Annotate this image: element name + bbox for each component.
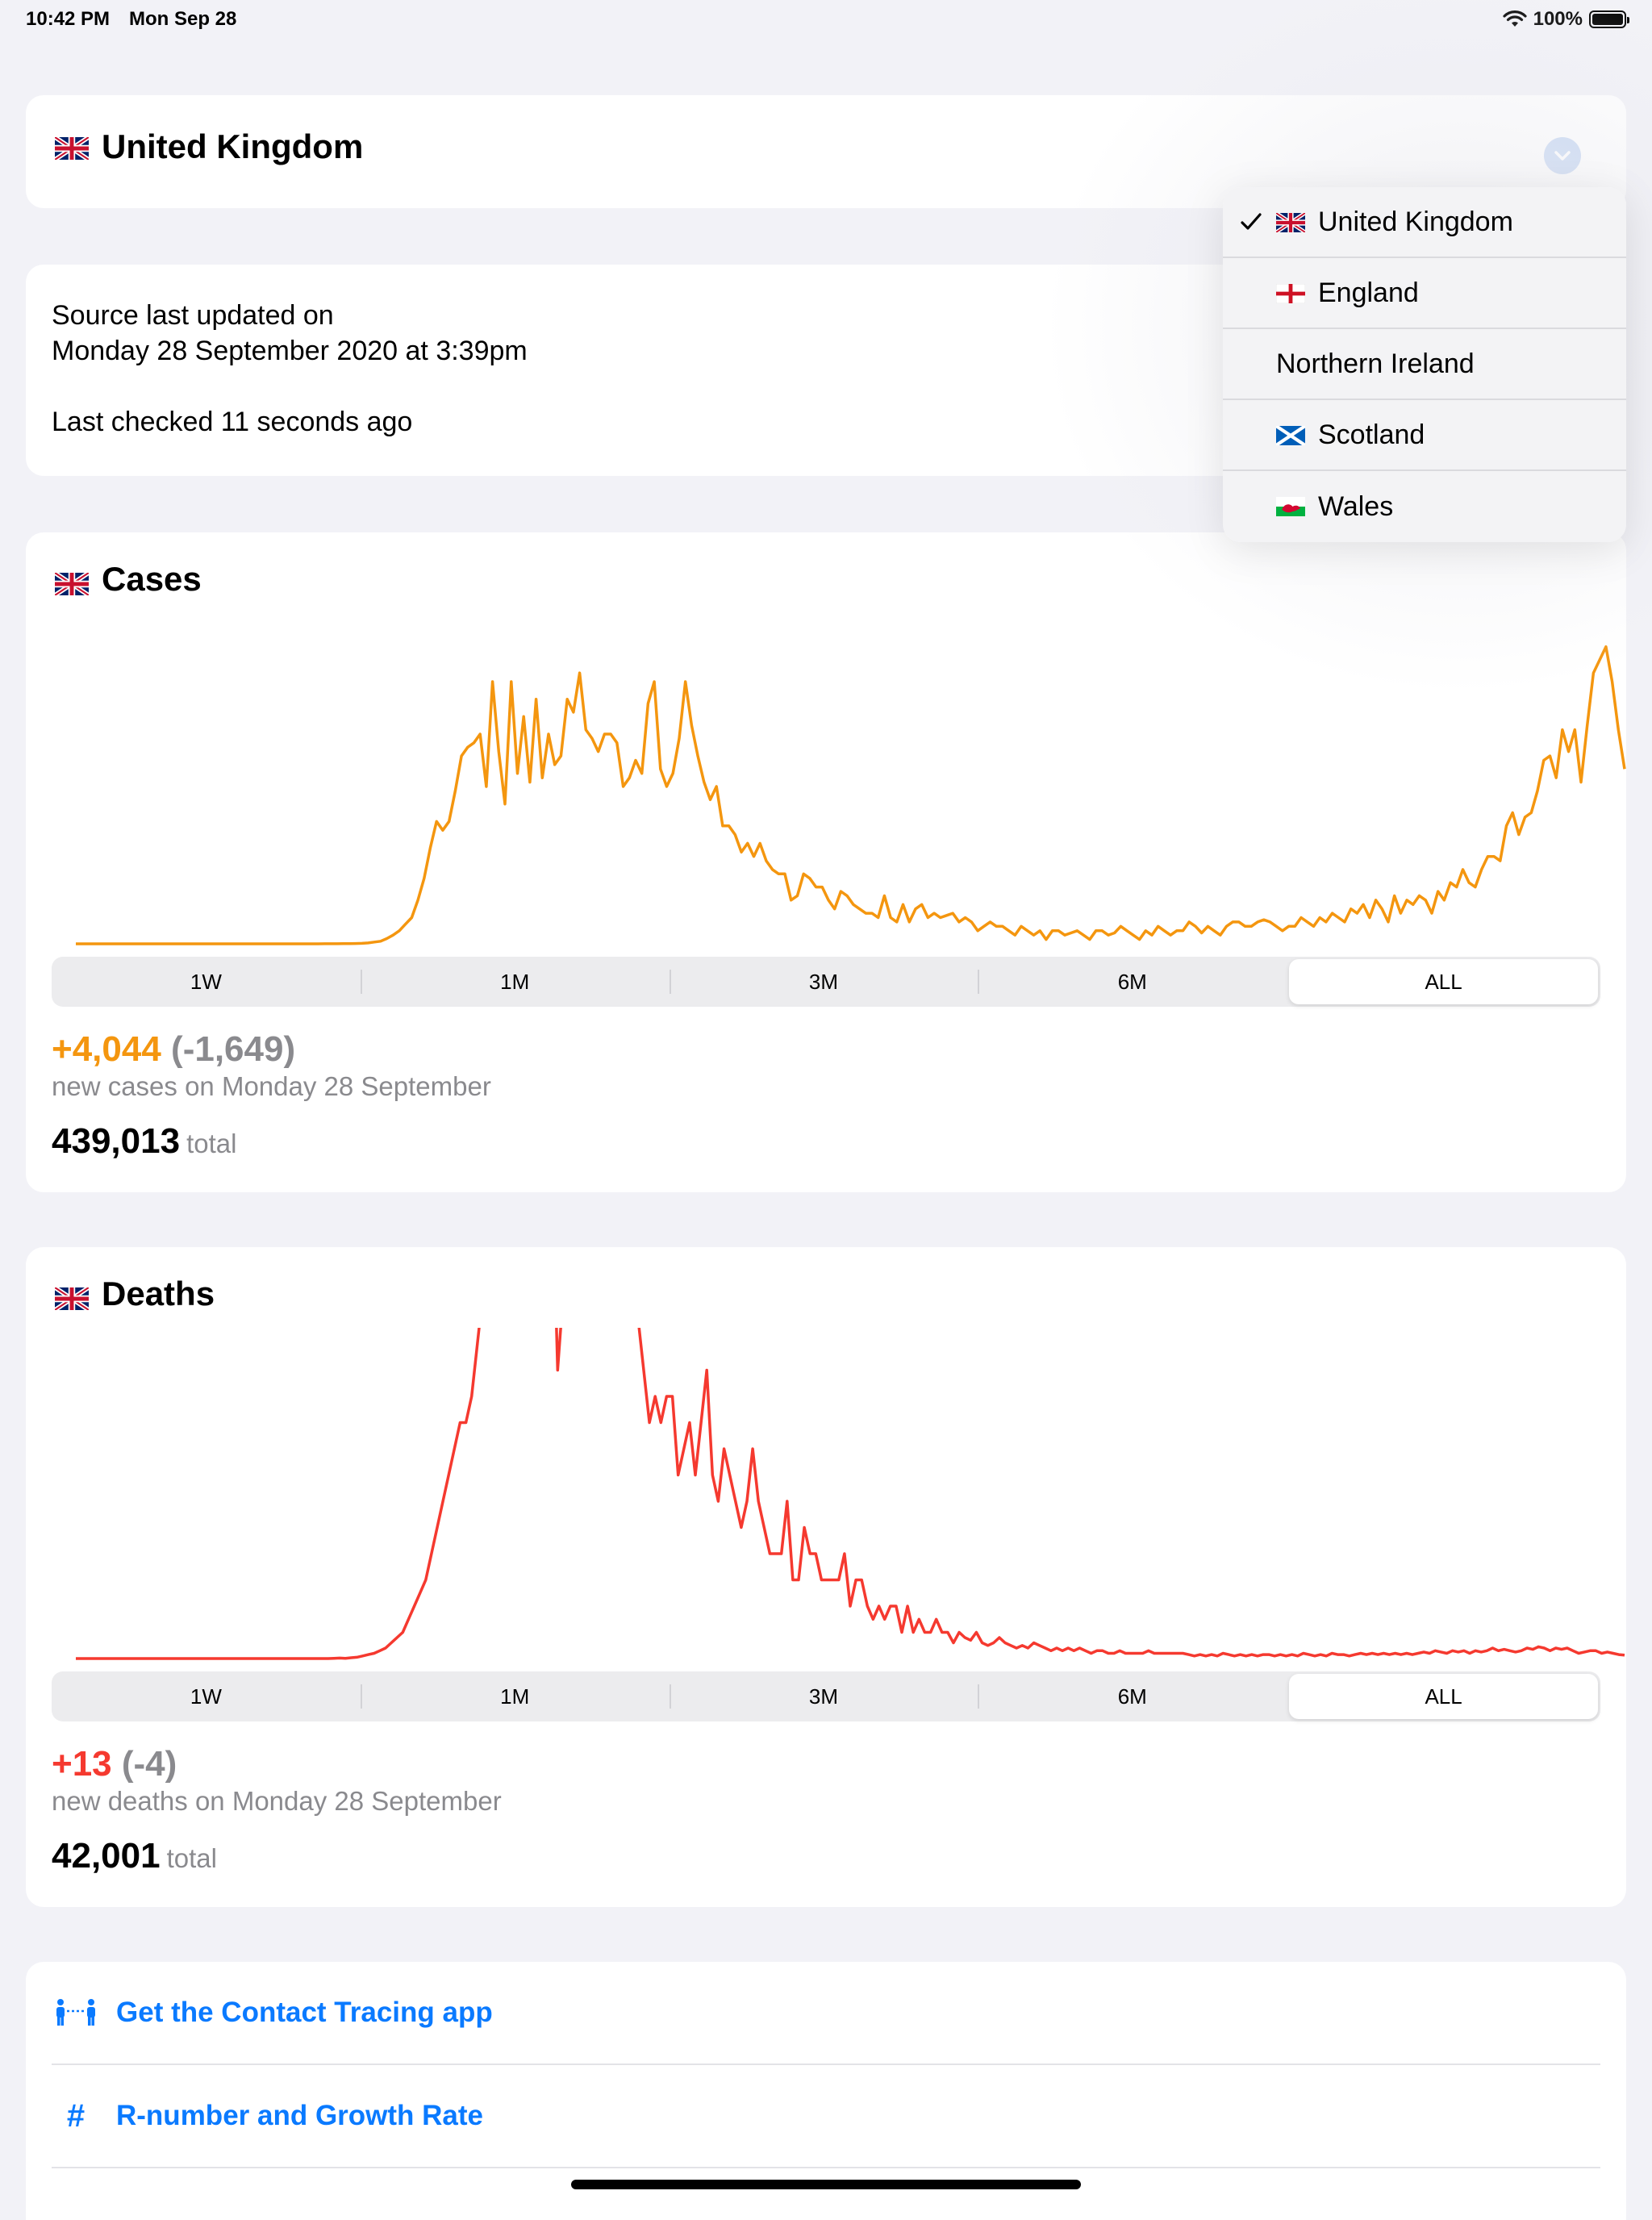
deaths-title: Deaths — [102, 1275, 215, 1312]
deaths-subtitle: new deaths on Monday 28 September — [52, 1786, 502, 1816]
cases-range-1w[interactable]: 1W — [52, 957, 361, 1007]
cases-total-unit: total — [186, 1129, 237, 1158]
deaths-change: (-4) — [121, 1744, 177, 1784]
dropdown-label: United Kingdom — [1318, 206, 1513, 237]
battery-percent: 100% — [1533, 8, 1583, 30]
status-bar: 10:42 PM Mon Sep 28 100% — [0, 0, 1652, 39]
contact-tracing-icon — [52, 1998, 100, 2027]
chevron-down-icon — [1554, 151, 1571, 161]
deaths-new-stat: +13 (-4) — [52, 1744, 177, 1784]
cases-range-selector: 1W 1M 3M 6M ALL — [52, 957, 1600, 1007]
cases-new-stat: +4,044 (-1,649) — [52, 1029, 295, 1070]
wifi-icon — [1503, 10, 1527, 27]
dropdown-label: Northern Ireland — [1276, 348, 1475, 379]
status-date: Mon Sep 28 — [129, 8, 237, 30]
england-flag-icon — [1276, 284, 1305, 303]
checkmark-icon — [1241, 207, 1262, 238]
deaths-total: 42,001 — [52, 1836, 161, 1876]
cases-title: Cases — [102, 560, 202, 598]
deaths-new-value: +13 — [52, 1744, 112, 1784]
source-date: Monday 28 September 2020 at 3:39pm — [52, 336, 528, 366]
scotland-flag-icon — [1276, 426, 1305, 445]
deaths-range-6m[interactable]: 6M — [978, 1671, 1287, 1721]
cases-new-value: +4,044 — [52, 1029, 161, 1069]
deaths-range-1m[interactable]: 1M — [360, 1671, 670, 1721]
region-picker-button[interactable] — [1544, 137, 1581, 174]
deaths-total-unit: total — [166, 1843, 217, 1873]
dropdown-label: Scotland — [1318, 419, 1425, 450]
dropdown-item-wales[interactable]: Wales — [1223, 471, 1626, 542]
cases-subtitle: new cases on Monday 28 September — [52, 1071, 491, 1101]
dropdown-item-scotland[interactable]: Scotland — [1223, 400, 1626, 471]
contact-tracing-link[interactable]: Get the Contact Tracing app — [52, 1962, 1600, 2065]
dropdown-item-england[interactable]: England — [1223, 258, 1626, 329]
deaths-card: Deaths 1W 1M 3M 6M ALL +13 (-4) new deat… — [26, 1247, 1626, 1907]
cases-total: 439,013 — [52, 1121, 181, 1161]
cases-range-all[interactable]: ALL — [1289, 959, 1598, 1004]
uk-flag-icon — [55, 573, 89, 595]
deaths-total-stat: 42,001 total — [52, 1836, 217, 1876]
chart-series-line — [76, 645, 1626, 945]
status-right: 100% — [1503, 8, 1629, 31]
battery-icon — [1589, 10, 1629, 28]
home-indicator[interactable] — [571, 2180, 1081, 2189]
dropdown-label: England — [1318, 277, 1419, 308]
chart-series-line — [76, 1328, 1625, 1660]
dropdown-item-united-kingdom[interactable]: United Kingdom — [1223, 187, 1626, 258]
contact-tracing-label: Get the Contact Tracing app — [116, 1997, 493, 2028]
cases-range-1m[interactable]: 1M — [360, 957, 670, 1007]
region-title: United Kingdom — [102, 127, 364, 165]
dropdown-label: Wales — [1318, 490, 1394, 522]
uk-flag-icon — [55, 1287, 89, 1310]
uk-flag-icon — [55, 137, 89, 160]
hashtag-icon: # — [66, 2097, 86, 2134]
r-number-link[interactable]: # R-number and Growth Rate — [52, 2065, 1600, 2168]
deaths-chart — [76, 1328, 1625, 1660]
deaths-range-3m[interactable]: 3M — [669, 1671, 978, 1721]
cases-card: Cases 1W 1M 3M 6M ALL +4,044 (-1,649) ne… — [26, 532, 1626, 1192]
cases-total-stat: 439,013 total — [52, 1121, 236, 1162]
deaths-range-selector: 1W 1M 3M 6M ALL — [52, 1671, 1600, 1721]
deaths-range-1w[interactable]: 1W — [52, 1671, 361, 1721]
cases-chart — [76, 645, 1626, 945]
dropdown-item-northern-ireland[interactable]: Northern Ireland — [1223, 329, 1626, 400]
region-dropdown-menu: United Kingdom England Northern Ireland … — [1223, 187, 1626, 542]
wales-flag-icon — [1276, 497, 1305, 516]
cases-range-6m[interactable]: 6M — [978, 957, 1287, 1007]
status-time: 10:42 PM — [26, 8, 111, 30]
cases-change: (-1,649) — [171, 1029, 296, 1069]
r-number-label: R-number and Growth Rate — [116, 2100, 484, 2131]
cases-range-3m[interactable]: 3M — [669, 957, 978, 1007]
deaths-range-all[interactable]: ALL — [1289, 1674, 1598, 1719]
source-label: Source last updated on — [52, 300, 334, 331]
uk-flag-icon — [1276, 213, 1305, 232]
last-checked: Last checked 11 seconds ago — [52, 407, 413, 437]
